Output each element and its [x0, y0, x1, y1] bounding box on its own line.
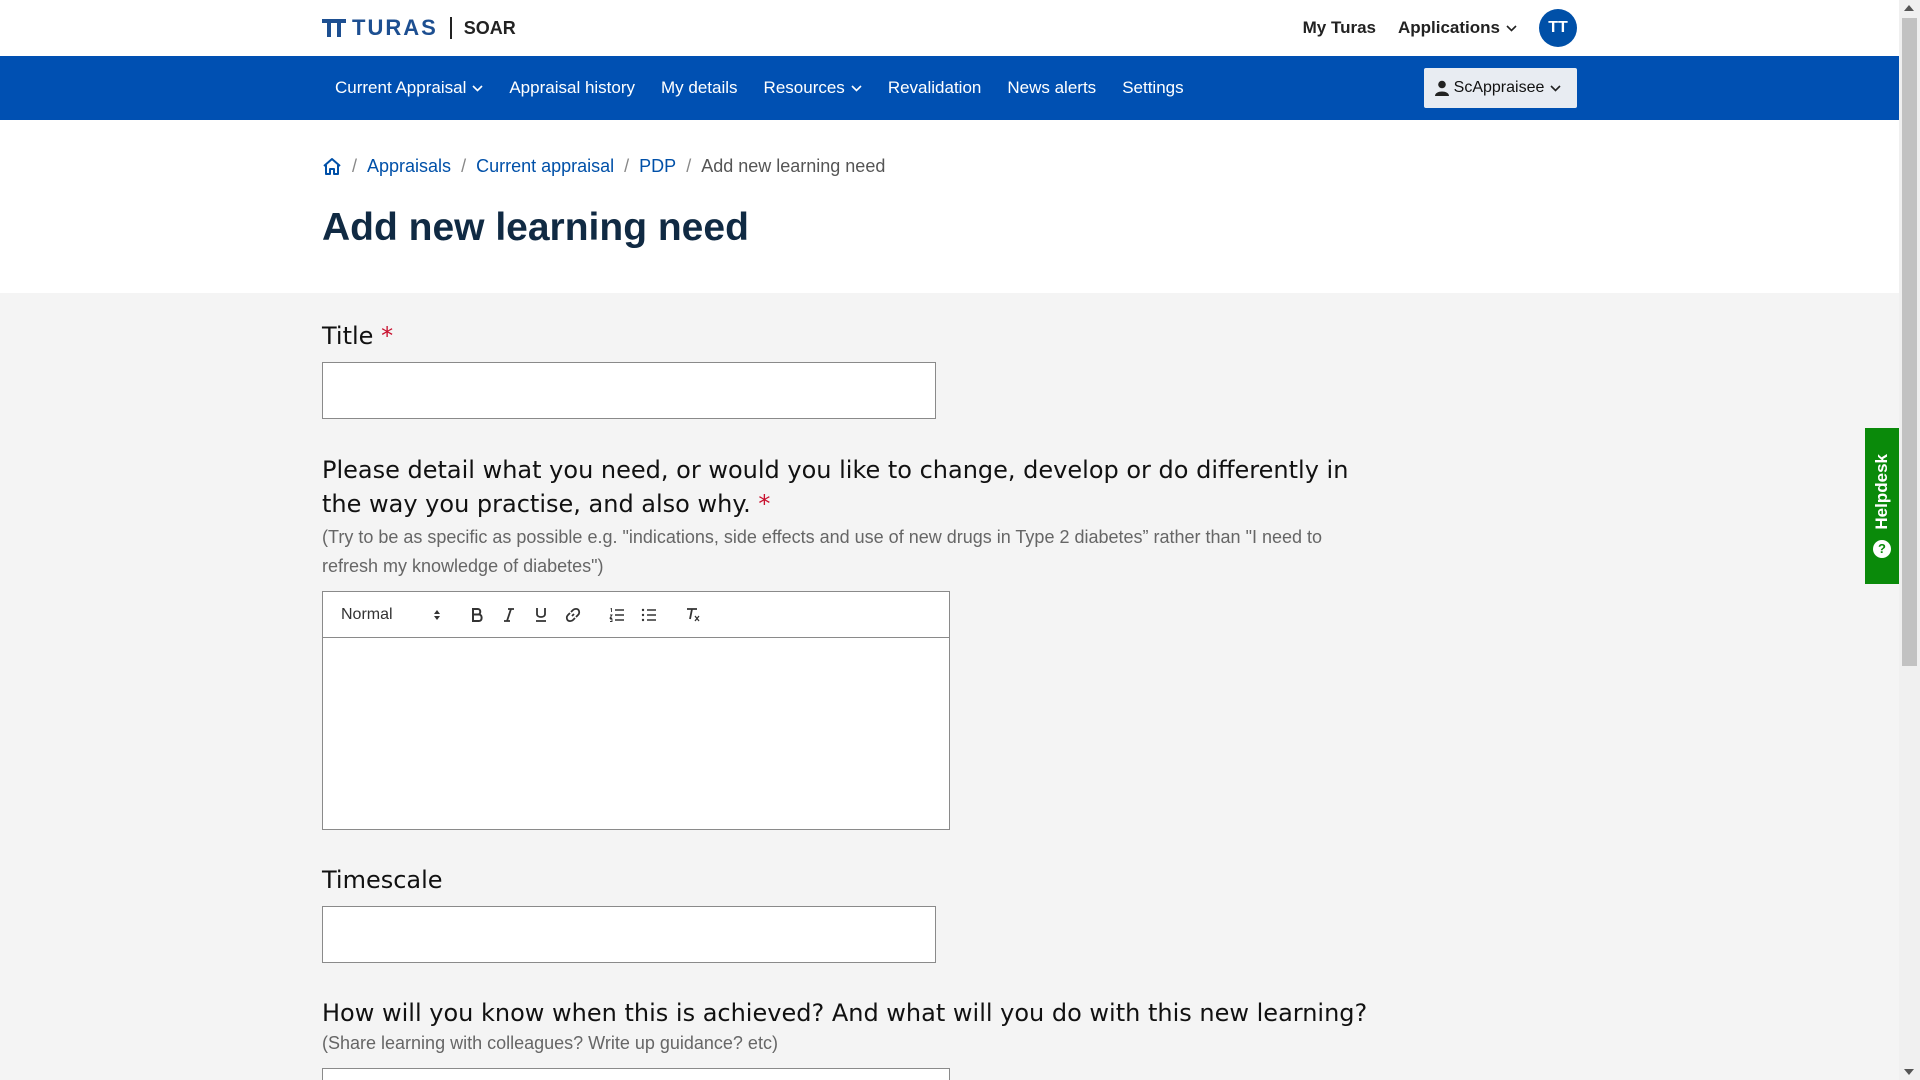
nav-item-current-appraisal[interactable]: Current Appraisal	[322, 56, 496, 120]
achieved-editor[interactable]	[322, 1068, 950, 1080]
top-header: TURAS SOAR My Turas Applications TT	[0, 0, 1899, 56]
nav-item-news-alerts[interactable]: News alerts	[994, 56, 1109, 120]
bold-button[interactable]	[461, 600, 493, 630]
nav-item-label: Settings	[1122, 78, 1184, 97]
timescale-input[interactable]	[322, 906, 936, 963]
underline-button[interactable]	[525, 600, 557, 630]
breadcrumb-pdp[interactable]: PDP	[639, 156, 676, 177]
required-marker: *	[758, 490, 771, 518]
turas-logo-icon	[322, 19, 346, 37]
achieved-hint: (Share learning with colleagues? Write u…	[322, 1033, 778, 1053]
nav-item-settings[interactable]: Settings	[1109, 56, 1196, 120]
brand[interactable]: TURAS SOAR	[322, 15, 516, 41]
sort-arrows-icon	[434, 609, 440, 620]
brand-separator	[449, 17, 452, 39]
scroll-up-icon[interactable]	[1904, 5, 1914, 11]
editor-toolbar: Normal	[323, 592, 949, 638]
learning-need-form: Title * Please detail what you need, or …	[322, 322, 1382, 1080]
need-editor: Normal	[322, 591, 950, 830]
need-editor-body[interactable]	[323, 638, 949, 829]
breadcrumb-separator: /	[352, 156, 358, 176]
nav-item-revalidation[interactable]: Revalidation	[875, 56, 995, 120]
applications-menu[interactable]: Applications	[1398, 18, 1517, 38]
title-label-text: Title	[322, 322, 374, 350]
title-input[interactable]	[322, 362, 936, 419]
nav-item-label: Current Appraisal	[335, 78, 467, 97]
link-button[interactable]	[557, 600, 589, 630]
need-label-text: Please detail what you need, or would yo…	[322, 456, 1349, 518]
breadcrumb: / Appraisals / Current appraisal / PDP /…	[322, 156, 885, 177]
my-turas-link[interactable]: My Turas	[1303, 18, 1376, 38]
applications-label: Applications	[1397, 18, 1500, 37]
chevron-down-icon	[851, 84, 862, 92]
role-menu-button[interactable]: ScAppraisee	[1424, 68, 1577, 108]
underline-icon	[536, 608, 546, 622]
nav-item-label: Appraisal history	[509, 78, 636, 97]
help-icon: ?	[1873, 539, 1891, 558]
italic-icon	[504, 607, 514, 622]
breadcrumb-separator: /	[624, 156, 630, 176]
format-select[interactable]: Normal	[341, 606, 441, 624]
chevron-down-icon	[1550, 84, 1561, 92]
app-name: SOAR	[463, 17, 516, 38]
nav-items: Current Appraisal Appraisal history My d…	[322, 56, 1197, 120]
role-label: ScAppraisee	[1453, 79, 1545, 96]
nav-item-label: My details	[661, 78, 738, 97]
nav-item-my-details[interactable]: My details	[648, 56, 751, 120]
breadcrumb-separator: /	[686, 156, 692, 176]
ordered-list-icon	[609, 607, 624, 622]
timescale-label: Timescale	[322, 866, 1382, 894]
nav-item-appraisal-history[interactable]: Appraisal history	[496, 56, 648, 120]
nav-item-resources[interactable]: Resources	[751, 56, 875, 120]
chevron-down-icon	[472, 84, 483, 92]
format-select-value: Normal	[341, 605, 393, 623]
top-links: My Turas Applications TT	[1303, 9, 1577, 47]
user-icon	[1434, 80, 1449, 96]
avatar[interactable]: TT	[1539, 9, 1577, 47]
bold-icon	[472, 607, 483, 622]
link-icon	[565, 607, 581, 622]
nav-item-label: Revalidation	[887, 78, 982, 97]
page-header: / Appraisals / Current appraisal / PDP /…	[0, 120, 1899, 293]
nav-item-label: Resources	[763, 78, 845, 97]
need-label: Please detail what you need, or would yo…	[322, 453, 1382, 521]
chevron-down-icon	[1506, 24, 1517, 32]
ordered-list-button[interactable]	[601, 600, 633, 630]
helpdesk-label: Helpdesk	[1872, 454, 1891, 530]
helpdesk-tab[interactable]: Helpdesk ?	[1865, 428, 1899, 584]
achieved-label: How will you know when this is achieved?…	[322, 999, 1382, 1027]
vertical-scrollbar[interactable]	[1899, 0, 1920, 1080]
turas-logo: TURAS	[322, 15, 438, 41]
title-label: Title *	[322, 322, 1382, 350]
italic-button[interactable]	[493, 600, 525, 630]
nav-item-label: News alerts	[1007, 78, 1097, 97]
bullet-list-icon	[641, 608, 656, 621]
main-nav: Current Appraisal Appraisal history My d…	[0, 56, 1899, 120]
bullet-list-button[interactable]	[633, 600, 665, 630]
need-hint: (Try to be as specific as possible e.g. …	[322, 527, 1323, 576]
breadcrumb-current-appraisal[interactable]: Current appraisal	[476, 156, 614, 177]
breadcrumb-separator: /	[461, 156, 467, 176]
required-marker: *	[381, 322, 394, 350]
breadcrumb-current: Add new learning need	[701, 156, 886, 176]
clear-format-button[interactable]	[677, 600, 709, 630]
my-turas-label: My Turas	[1302, 18, 1376, 37]
timescale-label-text: Timescale	[322, 866, 443, 894]
page-title: Add new learning need	[322, 206, 749, 249]
scroll-down-icon[interactable]	[1904, 1069, 1914, 1075]
achieved-label-text: How will you know when this is achieved?…	[322, 999, 1368, 1027]
scroll-thumb[interactable]	[1902, 18, 1917, 666]
clear-format-icon	[687, 608, 700, 622]
home-icon[interactable]	[322, 157, 342, 176]
brand-name: TURAS	[352, 15, 438, 40]
breadcrumb-appraisals[interactable]: Appraisals	[367, 156, 451, 177]
